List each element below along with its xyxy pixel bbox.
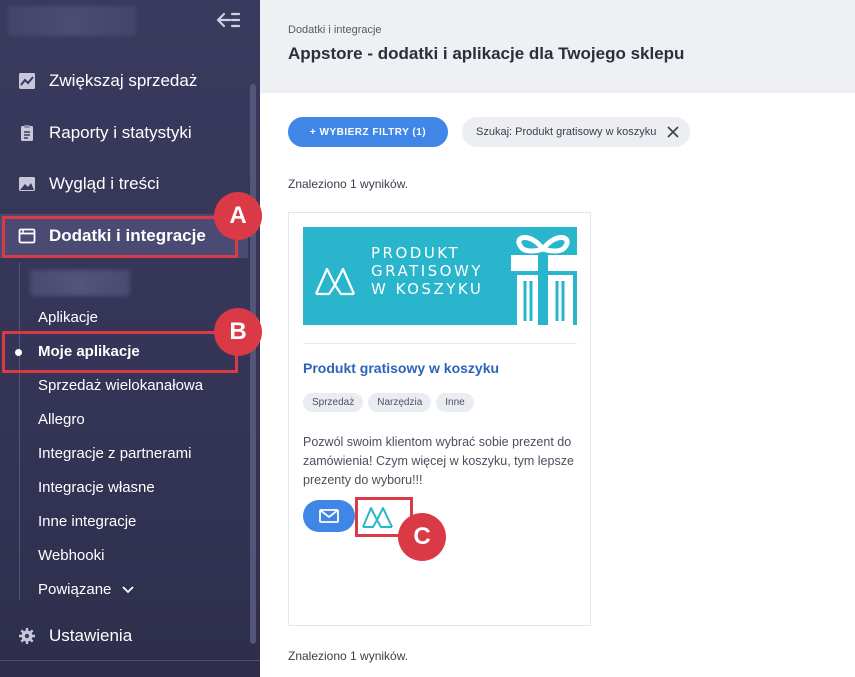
page-header: Dodatki i integracje Appstore - dodatki … [260,0,855,93]
submenu-item-other-integrations[interactable]: Inne integracje [38,513,136,530]
choose-filters-button[interactable]: + WYBIERZ FILTRY (1) [288,117,448,147]
sidebar-item-appearance[interactable]: Wygląd i treści [0,162,248,206]
marker-c: C [398,513,446,561]
results-count-bottom: Znaleziono 1 wyników. [288,649,409,663]
sidebar-header [0,0,260,40]
store-logo-blurred [8,6,136,36]
submenu-item-multichannel[interactable]: Sprzedaż wielokanałowa [38,377,203,394]
chart-line-icon [19,73,35,89]
gift-box-icon [511,235,577,325]
submenu-item-allegro[interactable]: Allegro [38,411,85,428]
page-title: Appstore - dodatki i aplikacje dla Twoje… [288,44,685,63]
main-content: + WYBIERZ FILTRY (1) Szukaj: Produkt gra… [260,93,855,677]
submenu-rail [19,262,20,600]
sidebar-item-label: Ustawienia [49,626,133,645]
submenu-item-webhooks[interactable]: Webhooki [38,547,104,564]
submenu-blurred-item [30,270,130,296]
marker-b: B [214,308,262,356]
app-card: PRODUKT GRATISOWY W KOSZYKU Produkt grat… [288,212,591,626]
collapse-sidebar-icon[interactable] [216,10,240,30]
sidebar-item-label: Raporty i statystyki [49,123,192,142]
app-title-link[interactable]: Produkt gratisowy w koszyku [303,360,499,376]
gear-icon [19,628,35,644]
sidebar-item-label: Zwiększaj sprzedaż [49,71,198,90]
highlight-box-a [2,216,238,258]
sidebar-divider [0,660,260,661]
card-divider [303,343,577,344]
tag[interactable]: Sprzedaż [303,393,364,412]
tag[interactable]: Inne [436,393,474,412]
search-filter-chip: Szukaj: Produkt gratisowy w koszyku [462,117,690,147]
sidebar-item-settings[interactable]: Ustawienia [0,614,248,658]
mail-icon [319,509,339,523]
sidebar-item-sales[interactable]: Zwiększaj sprzedaż [0,59,248,103]
breadcrumb[interactable]: Dodatki i integracje [288,24,382,36]
tag[interactable]: Narzędzia [368,393,432,412]
search-filter-label: Szukaj: Produkt gratisowy w koszyku [476,126,657,138]
submenu-item-applications[interactable]: Aplikacje [38,309,98,326]
marker-a: A [214,192,262,240]
chevron-down-icon [121,586,134,594]
clipboard-icon [21,125,33,141]
banner-text: PRODUKT GRATISOWY W KOSZYKU [371,244,484,298]
app-banner[interactable]: PRODUKT GRATISOWY W KOSZYKU [303,227,577,325]
sidebar-item-label: Wygląd i treści [49,174,160,193]
submenu-item-own-integrations[interactable]: Integracje własne [38,479,155,496]
results-count-top: Znaleziono 1 wyników. [288,177,409,191]
app-logo-icon [314,267,356,296]
submenu-item-related[interactable]: Powiązane [38,581,134,598]
sidebar-scrollbar[interactable] [250,84,256,644]
submenu-item-label: Powiązane [38,581,112,598]
app-tags: Sprzedaż Narzędzia Inne [303,393,474,412]
contact-button[interactable] [303,500,355,532]
image-icon [19,177,35,191]
app-description: Pozwól swoim klientom wybrać sobie preze… [303,435,574,487]
close-icon[interactable] [666,125,680,139]
sidebar-item-reports[interactable]: Raporty i statystyki [0,111,248,155]
submenu-item-partner-integrations[interactable]: Integracje z partnerami [38,445,191,462]
highlight-box-b [2,331,238,373]
